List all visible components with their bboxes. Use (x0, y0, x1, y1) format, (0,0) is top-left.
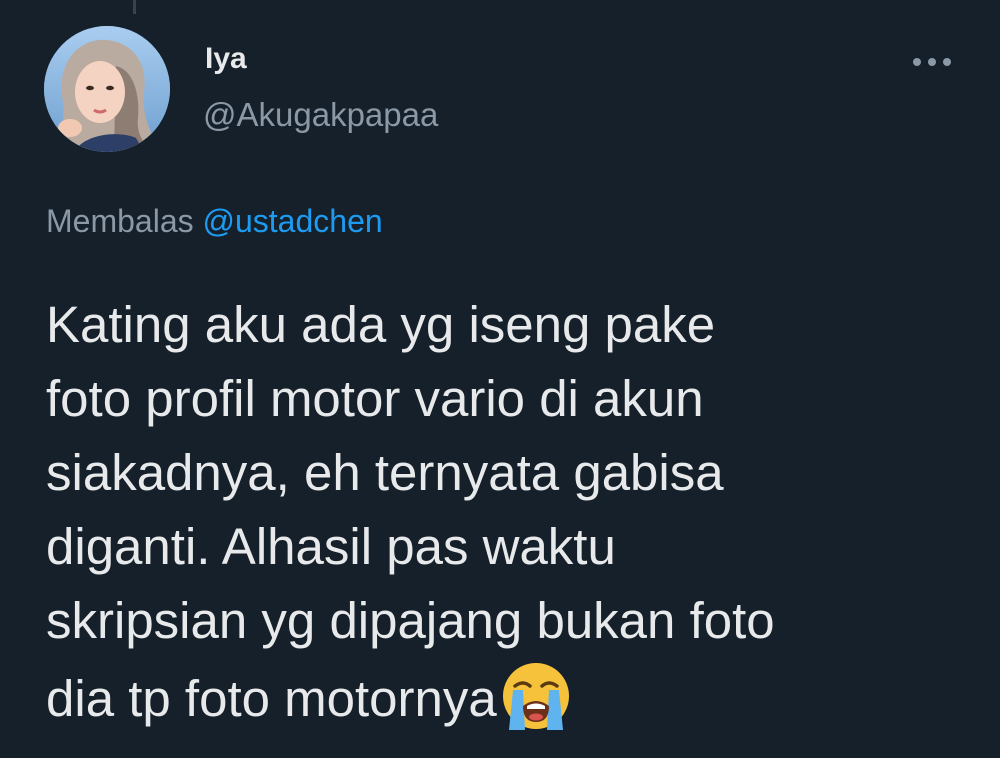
reply-mention-link[interactable]: @ustadchen (203, 203, 383, 239)
tweet-text: Kating aku ada yg iseng pake foto profil… (46, 288, 966, 736)
reply-context: Membalas @ustadchen (46, 203, 383, 240)
more-horizontal-icon-dot (913, 58, 921, 66)
tweet-text-line: siakadnya, eh ternyata gabisa (46, 444, 724, 501)
reply-prefix: Membalas (46, 203, 194, 239)
more-horizontal-icon-dot (943, 58, 951, 66)
tweet[interactable]: Iya @Akugakpapaa Membalas @ustadchen Kat… (0, 0, 1000, 758)
author-display-name[interactable]: Iya (205, 42, 247, 76)
avatar-image (44, 26, 170, 152)
tweet-text-line: diganti. Alhasil pas waktu (46, 518, 616, 575)
more-options-button[interactable] (900, 40, 964, 84)
tweet-text-last-line: dia tp foto motornya (46, 658, 966, 736)
tweet-text-line: foto profil motor vario di akun (46, 370, 704, 427)
tweet-text-line: Kating aku ada yg iseng pake (46, 296, 716, 353)
tweet-text-line: dia tp foto motornya (46, 670, 497, 727)
author-avatar[interactable] (44, 26, 170, 152)
author-handle[interactable]: @Akugakpapaa (203, 96, 438, 134)
tweet-text-line: skripsian yg dipajang bukan foto (46, 592, 775, 649)
more-horizontal-icon-dot (928, 58, 936, 66)
loudly-crying-face-icon (502, 663, 569, 730)
